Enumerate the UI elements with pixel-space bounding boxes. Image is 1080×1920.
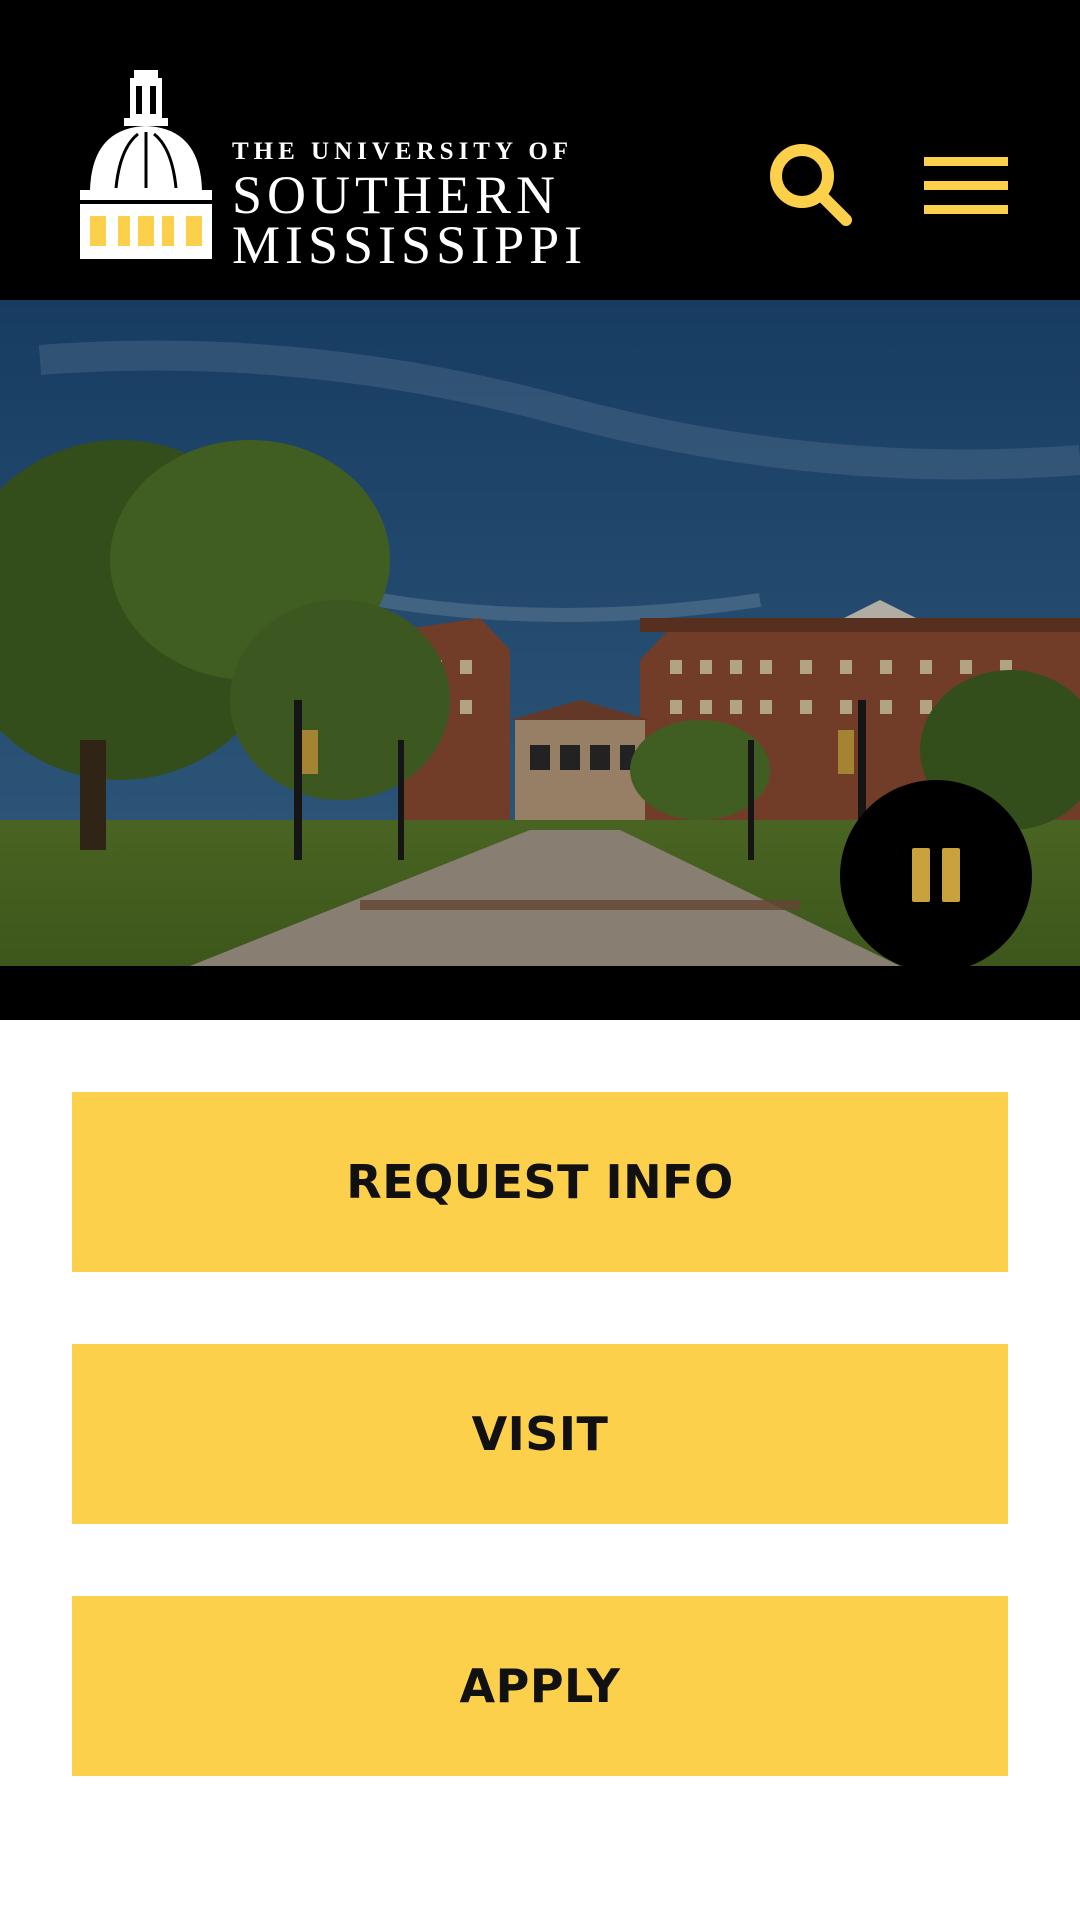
logo-line-3: MISSISSIPPI (232, 215, 588, 275)
logo-line-1: THE UNIVERSITY OF (232, 138, 574, 165)
site-header: THE UNIVERSITY OF SOUTHERN MISSISSIPPI (0, 0, 1080, 300)
search-button[interactable] (766, 140, 856, 230)
logo-wordmark: THE UNIVERSITY OF SOUTHERN MISSISSIPPI (232, 138, 588, 275)
request-info-button[interactable]: REQUEST INFO (72, 1092, 1008, 1272)
apply-button[interactable]: APPLY (72, 1596, 1008, 1776)
hamburger-menu-icon (924, 157, 1008, 214)
pause-slideshow-button[interactable] (840, 780, 1032, 972)
visit-button[interactable]: VISIT (72, 1344, 1008, 1524)
menu-button[interactable] (920, 155, 1010, 217)
hero-banner (0, 300, 1080, 1020)
university-logo[interactable]: THE UNIVERSITY OF SOUTHERN MISSISSIPPI (76, 68, 596, 275)
dome-logo-icon (80, 70, 212, 261)
search-icon (770, 144, 852, 226)
logo-line-2: SOUTHERN (232, 165, 561, 225)
